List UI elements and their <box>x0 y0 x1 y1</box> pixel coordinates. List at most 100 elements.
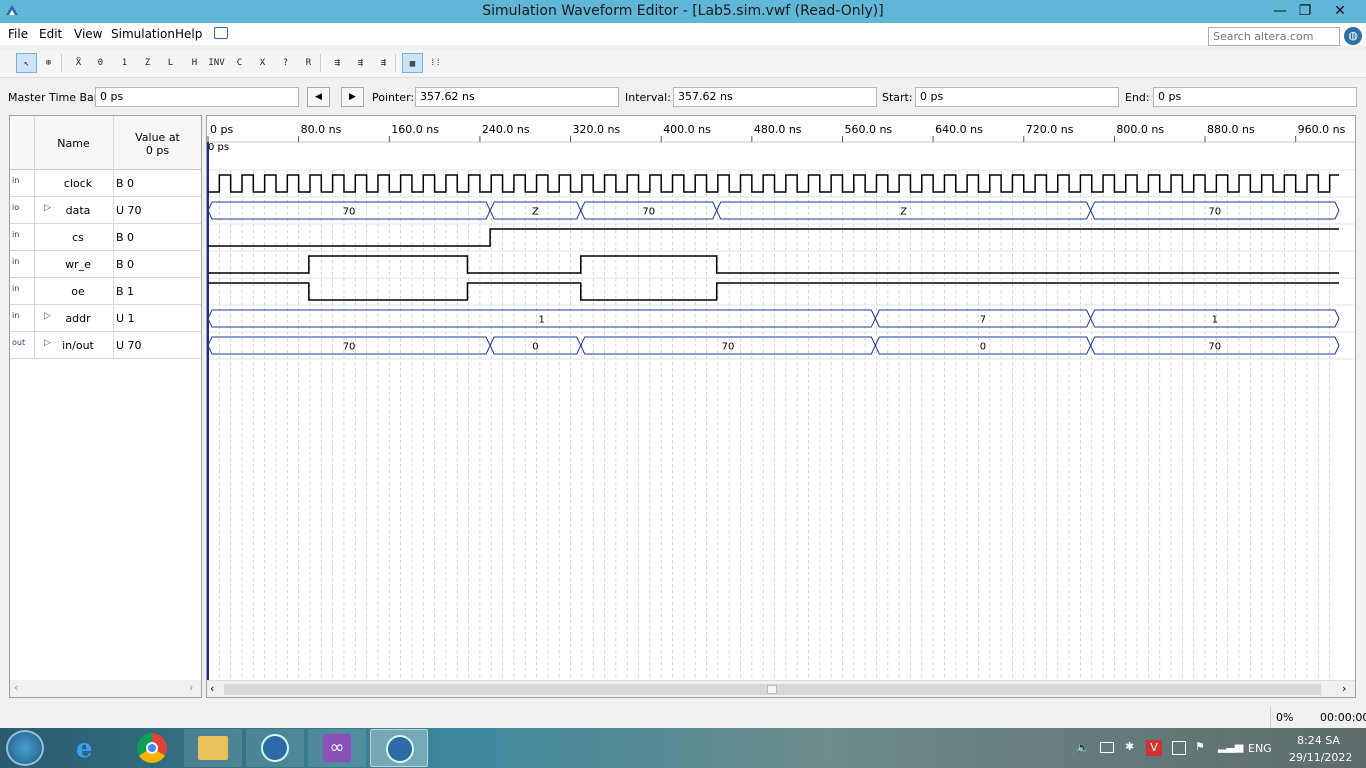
time-axis-label: 240.0 ns <box>481 123 530 136</box>
signal-name: in/out <box>62 339 94 352</box>
taskbar-chrome[interactable] <box>122 729 180 767</box>
signal-row-data[interactable]: io ▷ data U 70 <box>10 197 201 224</box>
language-indicator[interactable]: ENG <box>1248 742 1272 755</box>
start-field[interactable]: 0 ps <box>915 87 1119 107</box>
signal-list-header: Name Value at 0 ps <box>10 116 201 170</box>
start-button[interactable] <box>6 730 44 766</box>
signal-name: cs <box>72 231 84 244</box>
random-icon[interactable]: ? <box>275 53 296 73</box>
signal-name: oe <box>71 285 85 298</box>
interval-field[interactable]: 357.62 ns <box>673 87 877 107</box>
signal-row-addr[interactable]: in ▷ addr U 1 <box>10 305 201 332</box>
signal-row-in-out[interactable]: out ▷ in/out U 70 <box>10 332 201 359</box>
search-input[interactable] <box>1208 27 1340 46</box>
time-axis-label: 320.0 ns <box>572 123 621 136</box>
bus-value-label: 1 <box>538 315 544 326</box>
next-transition-button[interactable]: ▶ <box>341 87 364 107</box>
scroll-left-icon[interactable]: ‹ <box>14 681 18 694</box>
force-low-icon[interactable]: 0 <box>90 53 111 73</box>
start-label: Start: <box>882 91 913 104</box>
toolbar-separator <box>61 54 62 72</box>
network-device-icon[interactable] <box>1100 742 1114 753</box>
pointer-label: Pointer: <box>372 91 415 104</box>
signal-row-clock[interactable]: in clock B 0 <box>10 170 201 197</box>
signal-row-wr-e[interactable]: in wr_e B 0 <box>10 251 201 278</box>
scroll-right-icon[interactable]: › <box>1342 682 1346 695</box>
time-axis-label: 800.0 ns <box>1116 123 1165 136</box>
time-axis-label: 720.0 ns <box>1025 123 1074 136</box>
dont-care-icon[interactable]: R <box>298 53 319 73</box>
snap-to-grid-icon[interactable]: ⇶ <box>350 53 371 73</box>
signal-direction-icon: in <box>12 311 20 320</box>
weak-high-icon[interactable]: H <box>184 53 205 73</box>
close-button[interactable]: ✕ <box>1325 0 1355 23</box>
selection-grid-icon[interactable]: ⁞⁞ <box>425 53 446 73</box>
signal-value: U 1 <box>116 312 135 325</box>
time-axis-label: 960.0 ns <box>1297 123 1346 136</box>
horizontal-scrollbar-left[interactable]: ‹ › <box>10 680 201 697</box>
menu-simulation[interactable]: Simulation <box>111 27 175 41</box>
clock-date[interactable]: 29/11/2022 <box>1289 751 1352 764</box>
value-column-time: 0 ps <box>145 144 170 157</box>
menu-help[interactable]: Help <box>175 27 202 41</box>
weak-low-icon[interactable]: L <box>160 53 181 73</box>
waveform-canvas[interactable]: 70 Z 70 Z 70 1 7 1 70 0 70 0 70 <box>207 116 1355 680</box>
antivirus-icon[interactable]: V <box>1146 740 1162 756</box>
grid-icon[interactable]: ⇶ <box>373 53 394 73</box>
taskbar-internet-explorer[interactable]: e <box>60 729 118 767</box>
name-column-header[interactable]: Name <box>34 137 113 150</box>
scrollbar-grip[interactable] <box>767 685 777 694</box>
zoom-tool-icon[interactable]: ⊕ <box>38 53 59 73</box>
taskbar-file-explorer[interactable] <box>184 729 242 767</box>
signal-value: B 0 <box>116 177 135 190</box>
pointer-tool-icon[interactable]: ↖ <box>16 53 37 73</box>
bus-value-label: 1 <box>1212 315 1218 326</box>
signal-row-cs[interactable]: in cs B 0 <box>10 224 201 251</box>
group-icon[interactable]: ▦ <box>402 53 423 73</box>
power-icon[interactable] <box>1172 741 1186 755</box>
time-axis-label: 560.0 ns <box>844 123 893 136</box>
action-center-flag-icon[interactable]: ⚑ <box>1195 740 1205 753</box>
random-values-icon[interactable]: ⇶ <box>327 53 348 73</box>
waveform-panel[interactable]: 70 Z 70 Z 70 1 7 1 70 0 70 0 70 0 ps 80.0 ns 160.0 ns 2… <box>206 115 1356 698</box>
taskbar-visual-studio[interactable]: ∞ <box>308 729 366 767</box>
pointer-field[interactable]: 357.62 ns <box>415 87 619 107</box>
force-high-icon[interactable]: 1 <box>114 53 135 73</box>
signal-strength-icon[interactable]: ▂▃▅ <box>1218 740 1243 753</box>
quartus-icon <box>261 734 289 762</box>
signal-value: U 70 <box>116 339 142 352</box>
count-value-icon[interactable]: C <box>229 53 250 73</box>
previous-transition-button[interactable]: ◀ <box>307 87 330 107</box>
value-column-header[interactable]: Value at <box>114 131 201 144</box>
toolbar-separator <box>320 54 321 72</box>
internet-explorer-icon: e <box>76 734 93 764</box>
menu-edit[interactable]: Edit <box>39 27 62 41</box>
menu-file[interactable]: File <box>8 27 28 41</box>
high-impedance-icon[interactable]: Z <box>137 53 158 73</box>
overwrite-unknown-icon[interactable]: X̄ <box>68 53 89 73</box>
menu-view[interactable]: View <box>74 27 102 41</box>
signal-name: clock <box>63 177 93 190</box>
clock-waveform <box>208 174 1339 193</box>
bluetooth-icon[interactable]: ✱ <box>1125 740 1134 753</box>
master-time-bar-field[interactable]: 0 ps <box>95 87 299 107</box>
bus-value-label: 70 <box>1208 342 1221 353</box>
globe-icon[interactable]: ◍ <box>1344 27 1362 45</box>
taskbar-quartus[interactable] <box>246 729 304 767</box>
signal-row-oe[interactable]: in oe B 1 <box>10 278 201 305</box>
feedback-icon[interactable] <box>214 27 228 39</box>
scroll-left-icon[interactable]: ‹ <box>210 682 214 695</box>
taskbar-quartus-active[interactable] <box>370 729 428 767</box>
bus-value-label: 70 <box>722 342 735 353</box>
end-field[interactable]: 0 ps <box>1153 87 1357 107</box>
clock-time[interactable]: 8:24 SA <box>1297 734 1340 747</box>
volume-icon[interactable]: 🔈 <box>1076 741 1090 754</box>
progress-text: 0% <box>1276 711 1294 724</box>
invert-icon[interactable]: INV <box>206 53 227 73</box>
clock-icon[interactable]: X <box>252 53 273 73</box>
restore-button[interactable]: ❐ <box>1290 0 1320 23</box>
horizontal-scrollbar[interactable]: ‹ › <box>207 680 1355 697</box>
master-time-bar-label: Master Time Bar: <box>8 91 102 104</box>
scroll-right-icon[interactable]: › <box>189 681 193 694</box>
toolbar-separator <box>395 54 396 72</box>
